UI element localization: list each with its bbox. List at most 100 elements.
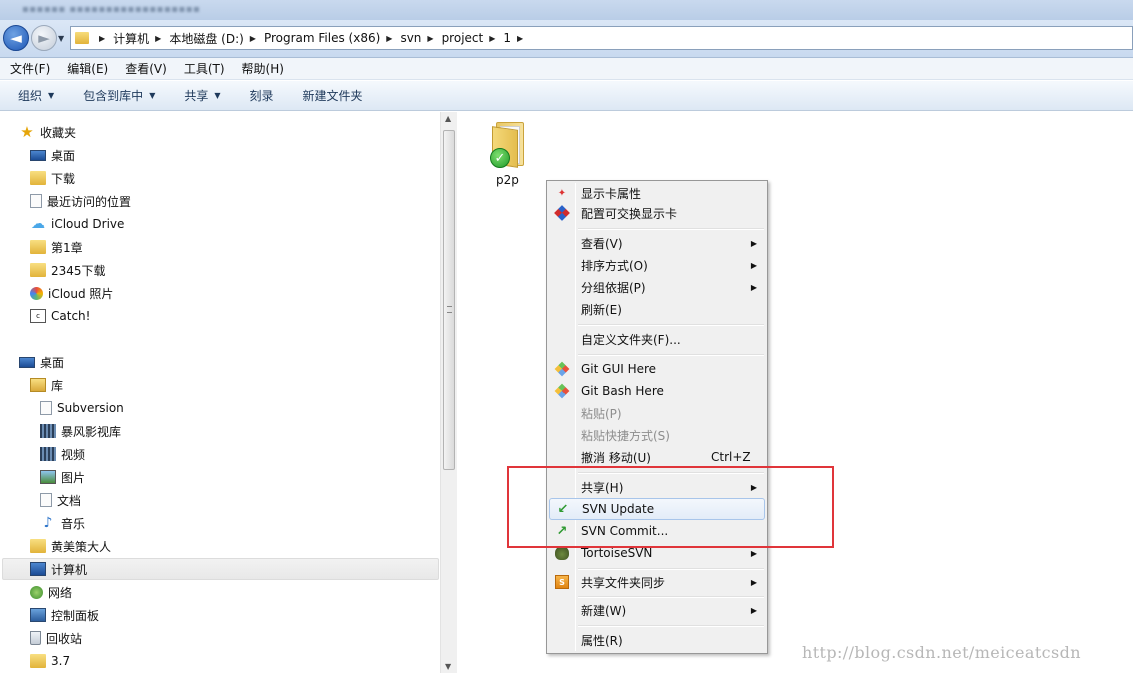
nav-lib-music[interactable]: ♪ 音乐	[40, 512, 85, 534]
library-icon	[30, 378, 46, 392]
menu-label: 刷新(E)	[581, 302, 622, 317]
burn-label: 刻录	[249, 89, 274, 103]
menu-item-git-gui[interactable]: Git GUI Here	[549, 358, 765, 380]
nav-scrollbar[interactable]: ▲ ▼	[440, 112, 457, 673]
menu-item-folder-sync[interactable]: S 共享文件夹同步 ▶	[549, 571, 765, 593]
back-button[interactable]: ◄	[3, 25, 29, 51]
menu-item-properties[interactable]: 属性(R)	[549, 629, 765, 651]
nav-fav-icloud-photos[interactable]: iCloud 照片	[30, 282, 113, 304]
navigation-pane: ★ 收藏夹 桌面 下载 最近访问的位置 ☁ iCloud Drive 第1章 2…	[0, 112, 440, 673]
menu-item-sort-by[interactable]: 排序方式(O) ▶	[549, 254, 765, 276]
nav-fav-icloud-drive[interactable]: ☁ iCloud Drive	[30, 213, 124, 235]
folder-icon	[30, 240, 46, 254]
nav-desktop[interactable]: 桌面	[19, 351, 64, 373]
chevron-right-icon[interactable]: ▶	[250, 34, 256, 43]
nav-fav-catch[interactable]: c Catch!	[30, 305, 90, 327]
nav-folder-3-7[interactable]: 3.7	[30, 650, 70, 672]
menu-item-display-card-properties[interactable]: ✦ 显示卡属性	[549, 182, 765, 204]
nav-label: 3.7	[51, 654, 71, 668]
menu-view[interactable]: 查看(V)	[115, 60, 174, 77]
menu-tools[interactable]: 工具(T)	[174, 60, 232, 77]
menu-label: 自定义文件夹(F)...	[581, 332, 681, 347]
scroll-thumb[interactable]	[443, 130, 455, 470]
breadcrumb-drive-d[interactable]: 本地磁盘 (D:)	[169, 30, 243, 47]
organize-button[interactable]: 组织 ▼	[0, 87, 65, 104]
include-in-library-label: 包含到库中	[83, 89, 144, 103]
include-in-library-button[interactable]: 包含到库中 ▼	[65, 87, 166, 104]
downloads-folder-icon	[30, 171, 46, 185]
svn-normal-check-icon: ✓	[490, 148, 510, 168]
breadcrumb-computer[interactable]: 计算机	[113, 30, 149, 47]
nav-fav-desktop[interactable]: 桌面	[30, 144, 75, 166]
nav-lib-videos[interactable]: 视频	[40, 443, 85, 465]
scroll-down-icon[interactable]: ▼	[445, 662, 451, 671]
picture-icon	[40, 470, 56, 484]
menu-edit[interactable]: 编辑(E)	[57, 60, 115, 77]
nav-fav-downloads[interactable]: 下载	[30, 167, 75, 189]
desktop-icon	[30, 149, 46, 161]
nav-fav-chapter1[interactable]: 第1章	[30, 236, 83, 258]
context-menu: ✦ 显示卡属性 配置可交换显示卡 查看(V) ▶ 排序方式(O) ▶ 分组依据(…	[546, 180, 768, 654]
menu-item-refresh[interactable]: 刷新(E)	[549, 298, 765, 320]
breadcrumb-project[interactable]: project	[442, 31, 484, 45]
chevron-right-icon[interactable]: ▶	[386, 34, 392, 43]
nav-computer[interactable]: 计算机	[2, 558, 439, 580]
recent-pages-dropdown-icon[interactable]: ▼	[58, 34, 64, 43]
nav-network[interactable]: 网络	[30, 581, 72, 603]
breadcrumb-program-files[interactable]: Program Files (x86)	[264, 31, 380, 45]
nav-favorites[interactable]: ★ 收藏夹	[19, 121, 76, 143]
chevron-right-icon[interactable]: ▶	[155, 34, 161, 43]
nav-libraries[interactable]: 库	[30, 374, 63, 396]
folder-sync-icon: S	[555, 575, 569, 589]
menu-label: 查看(V)	[581, 236, 623, 251]
nav-fav-2345-downloads[interactable]: 2345下载	[30, 259, 106, 281]
chevron-right-icon[interactable]: ▶	[99, 34, 105, 43]
nav-control-panel[interactable]: 控制面板	[30, 604, 99, 626]
burn-button[interactable]: 刻录	[232, 87, 285, 104]
menu-label: 粘贴(P)	[581, 406, 622, 421]
nav-favorites-label: 收藏夹	[40, 125, 77, 140]
address-bar[interactable]: ▶ 计算机 ▶ 本地磁盘 (D:) ▶ Program Files (x86) …	[70, 26, 1133, 50]
share-with-button[interactable]: 共享 ▼	[166, 87, 231, 104]
nav-lib-baofeng[interactable]: 暴风影视库	[40, 420, 121, 442]
nav-recycle-bin[interactable]: 回收站	[30, 627, 82, 649]
nav-lib-pictures[interactable]: 图片	[40, 466, 85, 488]
svn-folder-icon: ✓	[490, 122, 524, 168]
menu-label: 配置可交换显示卡	[581, 206, 678, 221]
nav-label: 库	[51, 378, 64, 393]
command-bar: 组织 ▼ 包含到库中 ▼ 共享 ▼ 刻录 新建文件夹	[0, 81, 1133, 111]
menu-item-paste: 粘贴(P)	[549, 402, 765, 424]
switchable-graphics-icon	[554, 205, 570, 221]
chevron-right-icon[interactable]: ▶	[489, 34, 495, 43]
nav-lib-subversion[interactable]: Subversion	[40, 397, 124, 419]
menu-item-switchable-graphics[interactable]: 配置可交换显示卡	[549, 202, 765, 224]
menu-item-undo-move[interactable]: 撤消 移动(U) Ctrl+Z	[549, 446, 765, 468]
chevron-right-icon[interactable]: ▶	[427, 34, 433, 43]
nav-user-folder[interactable]: 黄美策大人	[30, 535, 111, 557]
computer-icon	[30, 562, 46, 576]
menu-separator	[578, 625, 764, 627]
chevron-right-icon[interactable]: ▶	[517, 34, 523, 43]
menu-help[interactable]: 帮助(H)	[232, 60, 291, 77]
menu-item-git-bash[interactable]: Git Bash Here	[549, 380, 765, 402]
submenu-arrow-icon: ▶	[750, 548, 757, 558]
menu-bar: 文件(F) 编辑(E) 查看(V) 工具(T) 帮助(H)	[0, 58, 1133, 80]
network-icon	[30, 585, 43, 599]
nav-fav-recent-places[interactable]: 最近访问的位置	[30, 190, 131, 212]
menu-label: 属性(R)	[581, 633, 623, 648]
breadcrumb-1[interactable]: 1	[503, 31, 511, 45]
nav-lib-documents[interactable]: 文档	[40, 489, 81, 511]
nav-label: 黄美策大人	[51, 539, 112, 554]
breadcrumb-svn[interactable]: svn	[400, 31, 421, 45]
forward-button[interactable]: ►	[31, 25, 57, 51]
menu-separator	[578, 354, 764, 356]
scroll-up-icon[interactable]: ▲	[445, 114, 451, 123]
new-folder-button[interactable]: 新建文件夹	[285, 87, 374, 104]
nav-label: 第1章	[51, 240, 83, 255]
menu-item-new[interactable]: 新建(W) ▶	[549, 599, 765, 621]
menu-item-group-by[interactable]: 分组依据(P) ▶	[549, 276, 765, 298]
menu-item-view[interactable]: 查看(V) ▶	[549, 232, 765, 254]
recycle-bin-icon	[30, 631, 41, 645]
menu-item-customize-folder[interactable]: 自定义文件夹(F)...	[549, 328, 765, 350]
menu-file[interactable]: 文件(F)	[0, 60, 57, 77]
